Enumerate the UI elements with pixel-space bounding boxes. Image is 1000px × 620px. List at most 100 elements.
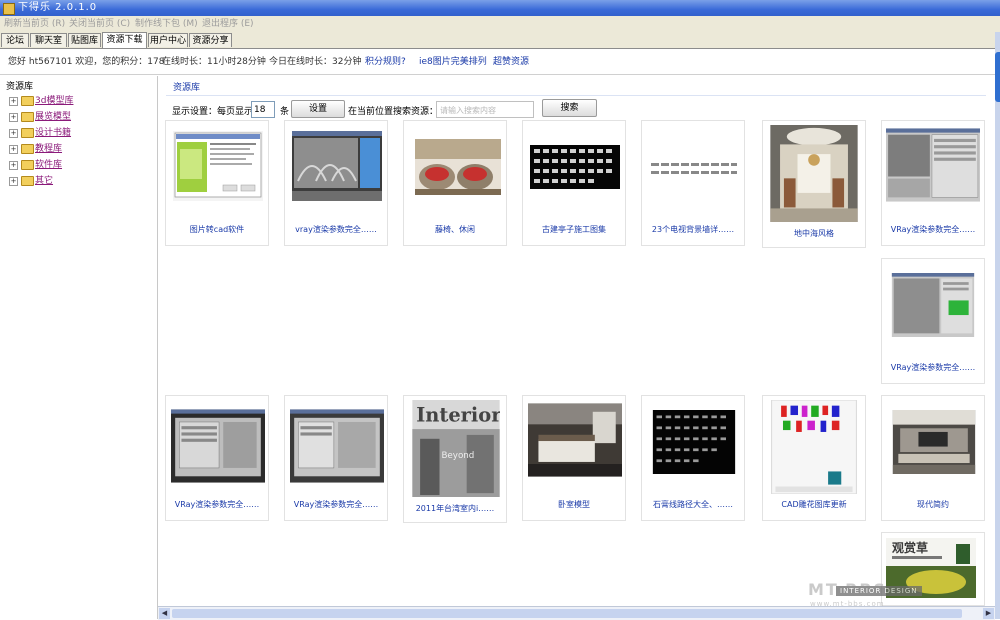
tree-item-design-books[interactable]: + 设计书籍 — [9, 126, 149, 140]
tree-item-label[interactable]: 软件库 — [35, 158, 62, 172]
greeting-text: 您好 ht567101 欢迎，您的积分：178 — [8, 57, 165, 67]
thumbnail-tv-wall-sketches[interactable] — [649, 131, 739, 201]
expand-icon[interactable]: + — [9, 161, 18, 170]
expand-icon[interactable]: + — [9, 177, 18, 186]
folder-icon — [21, 144, 34, 154]
thumbnail-software-green-object[interactable] — [886, 273, 980, 337]
tab-resource-download[interactable]: 资源下载 — [102, 32, 147, 48]
menu-refresh[interactable]: 刷新当前页 (R) — [4, 16, 65, 32]
app-icon — [3, 3, 15, 15]
tab-image-gallery[interactable]: 贴图库 — [68, 33, 101, 47]
card-caption[interactable]: 地中海风格 — [765, 228, 863, 239]
ie8-layout-link[interactable]: ie8图片完美排列 — [419, 50, 487, 74]
thumbnail-render-settings[interactable] — [292, 131, 382, 201]
card-caption[interactable]: VRay渲染参数完全…… — [287, 499, 385, 510]
thumbnail-rattan-chairs[interactable] — [411, 131, 501, 201]
expand-icon[interactable]: + — [9, 129, 18, 138]
watermark-banner: INTERIOR DESIGN — [836, 586, 922, 596]
tree-item-label[interactable]: 3d模型库 — [35, 94, 73, 108]
resource-card[interactable]: 地中海风格 — [762, 120, 866, 248]
watermark-url: www.mt-bbs.com — [810, 600, 885, 608]
card-caption[interactable]: 藤椅、休闲 — [406, 224, 504, 235]
card-caption[interactable]: 2011年台湾室内i…… — [406, 503, 504, 514]
resource-card[interactable]: 卧室模型 — [522, 395, 626, 521]
thumbnail-software-settings[interactable] — [886, 125, 980, 205]
thumbnail-dark-cad[interactable] — [530, 131, 620, 201]
card-caption[interactable]: vray渲染参数完全…… — [287, 224, 385, 235]
card-caption[interactable]: 23个电视背景墙详…… — [644, 224, 742, 235]
set-button[interactable]: 设置 — [291, 100, 345, 118]
resource-card[interactable]: 石膏线路径大全、…… — [641, 395, 745, 521]
folder-icon — [21, 160, 34, 170]
side-handle[interactable] — [995, 52, 1000, 102]
tree-item-other[interactable]: + 其它 — [9, 174, 149, 188]
title-divider — [166, 95, 986, 96]
resource-card[interactable]: 藤椅、休闲 — [403, 120, 507, 246]
thumbnail-mediterranean-room[interactable] — [768, 125, 860, 222]
today-online-time: 今日在线时长：32分钟 — [269, 57, 362, 67]
tree-item-3d-models[interactable]: + 3d模型库 — [9, 94, 149, 108]
thumbnail-dark-molding[interactable] — [646, 410, 742, 474]
resource-card[interactable]: 图片转cad软件 — [165, 120, 269, 246]
expand-icon[interactable]: + — [9, 97, 18, 106]
resource-card[interactable]: VRay渲染参数完全…… — [881, 120, 985, 246]
resource-card[interactable]: VRay渲染参数完全…… — [165, 395, 269, 521]
sidebar-tree: 资源库 + 3d模型库 + 展览模型 + 设计书籍 + 教程库 + 软件库 + … — [0, 76, 158, 619]
title-bar: 下得乐 2.0.1.0 — [0, 0, 1000, 16]
thumbnail-bedroom-render[interactable] — [528, 400, 622, 480]
sidebar-header: 资源库 — [6, 82, 34, 92]
card-caption[interactable]: CAD雕花图库更新 — [765, 499, 863, 510]
card-caption[interactable]: VRay渲染参数完全…… — [884, 362, 982, 373]
folder-icon — [21, 128, 34, 138]
card-caption[interactable]: 石膏线路径大全、…… — [644, 499, 742, 510]
resource-card[interactable]: 现代简约 — [881, 395, 985, 521]
resource-card[interactable]: CAD雕花图库更新 — [762, 395, 866, 521]
resource-card[interactable]: Interior Beyond 2011年台湾室内i…… — [403, 395, 507, 523]
menu-close-page[interactable]: 关闭当前页 (C) — [69, 16, 130, 32]
points-rules-link[interactable]: 积分规则? — [365, 50, 406, 74]
tree-item-label[interactable]: 教程库 — [35, 142, 62, 156]
card-caption[interactable]: 现代简约 — [884, 499, 982, 510]
resource-card[interactable]: VRay渲染参数完全…… — [881, 258, 985, 384]
tab-chatroom[interactable]: 聊天室 — [30, 33, 67, 47]
svg-text:观赏草: 观赏草 — [892, 540, 928, 555]
expand-icon[interactable]: + — [9, 145, 18, 154]
expand-icon[interactable]: + — [9, 113, 18, 122]
menu-exit[interactable]: 退出程序 (E) — [202, 16, 254, 32]
tab-resource-share[interactable]: 资源分享 — [189, 33, 232, 47]
thumbnail-software-window[interactable] — [173, 131, 263, 201]
thumbnail-software-dialog-dark[interactable] — [171, 406, 265, 486]
resource-card[interactable]: 23个电视背景墙详…… — [641, 120, 745, 246]
svg-text:Beyond: Beyond — [441, 451, 474, 461]
search-input[interactable]: 请输入搜索内容 — [436, 101, 534, 118]
tree-item-tutorials[interactable]: + 教程库 — [9, 142, 149, 156]
search-button[interactable]: 搜索 — [542, 99, 597, 117]
tab-user-center[interactable]: 用户中心 — [148, 33, 188, 47]
thumbnail-software-dialog-grey[interactable] — [290, 406, 384, 486]
resource-card[interactable]: 古建亭子施工图集 — [522, 120, 626, 246]
resource-card[interactable]: vray渲染参数完全…… — [284, 120, 388, 246]
user-info-bar: 您好 ht567101 欢迎，您的积分：178 在线时长：11小时28分钟 今日… — [0, 50, 995, 75]
folder-icon — [21, 112, 34, 122]
thumbnail-cad-carving[interactable] — [769, 400, 859, 494]
tree-item-software[interactable]: + 软件库 — [9, 158, 149, 172]
menu-make-offline[interactable]: 制作线下包 (M) — [135, 16, 198, 32]
card-caption[interactable]: 古建亭子施工图集 — [525, 224, 623, 235]
scroll-left-icon[interactable]: ◀ — [159, 608, 170, 619]
folder-icon — [21, 176, 34, 186]
folder-icon — [21, 96, 34, 106]
card-caption[interactable]: 图片转cad软件 — [168, 224, 266, 235]
tree-item-label[interactable]: 设计书籍 — [35, 126, 71, 140]
card-caption[interactable]: VRay渲染参数完全…… — [884, 224, 982, 235]
featured-resources-link[interactable]: 超赞资源 — [493, 50, 529, 74]
tab-forum[interactable]: 论坛 — [1, 33, 29, 47]
tree-item-exhibition-models[interactable]: + 展览模型 — [9, 110, 149, 124]
tree-item-label[interactable]: 其它 — [35, 174, 53, 188]
thumbnail-modern-living[interactable] — [886, 410, 982, 474]
tree-item-label[interactable]: 展览模型 — [35, 110, 71, 124]
per-page-input[interactable]: 18 — [251, 101, 275, 118]
resource-card[interactable]: VRay渲染参数完全…… — [284, 395, 388, 521]
card-caption[interactable]: VRay渲染参数完全…… — [168, 499, 266, 510]
card-caption[interactable]: 卧室模型 — [525, 499, 623, 510]
thumbnail-interior-magazine[interactable]: Interior Beyond — [412, 400, 500, 497]
